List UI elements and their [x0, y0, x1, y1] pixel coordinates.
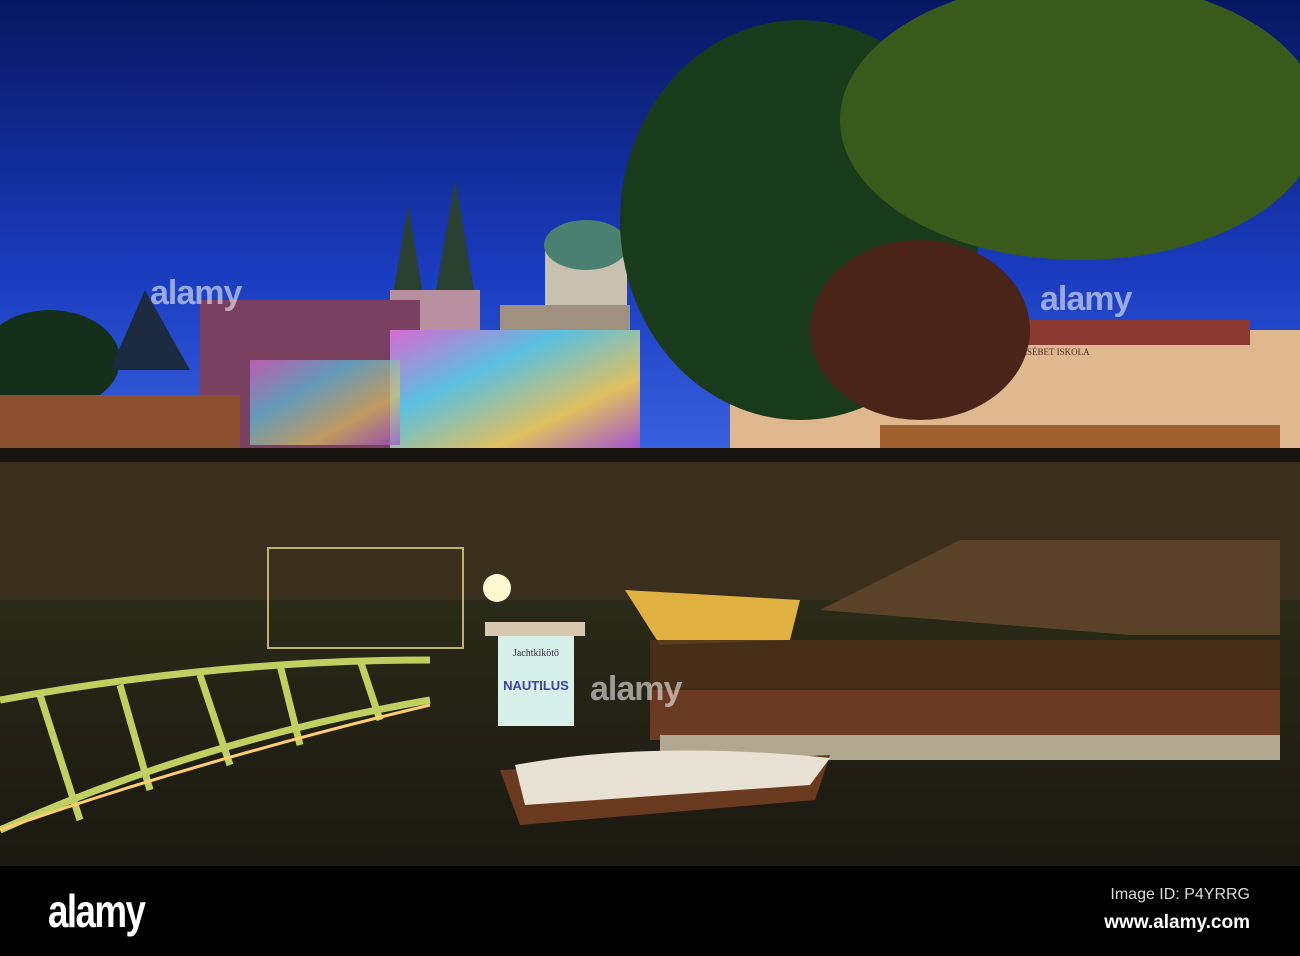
projection-mapped-building — [250, 360, 400, 445]
market-stalls — [0, 395, 240, 450]
lit-foliage — [810, 240, 1030, 420]
lamp — [483, 574, 511, 602]
watermark: alamy — [150, 274, 242, 312]
footer-bar: alamy Image ID: P4YRRG www.alamy.com — [0, 866, 1300, 956]
image-id: Image ID: P4YRRG — [1110, 886, 1250, 903]
alamy-logo[interactable]: alamy — [48, 884, 146, 938]
dock-sign-top: Jachtkikötő — [513, 648, 559, 659]
stock-photo-page: ERZSÉBET ISKOLA Jachtkikötő NAUTILUS ala… — [0, 0, 1300, 956]
nautilus-sign: Jachtkikötő NAUTILUS — [485, 622, 585, 726]
night-riverside-photo: ERZSÉBET ISKOLA Jachtkikötő NAUTILUS — [0, 0, 1300, 866]
dock-sign-main: NAUTILUS — [503, 678, 569, 693]
projection-mapped-building — [390, 330, 640, 450]
site-url[interactable]: www.alamy.com — [1104, 912, 1250, 934]
watermark: alamy — [1040, 280, 1132, 318]
watermark: alamy — [590, 670, 682, 708]
